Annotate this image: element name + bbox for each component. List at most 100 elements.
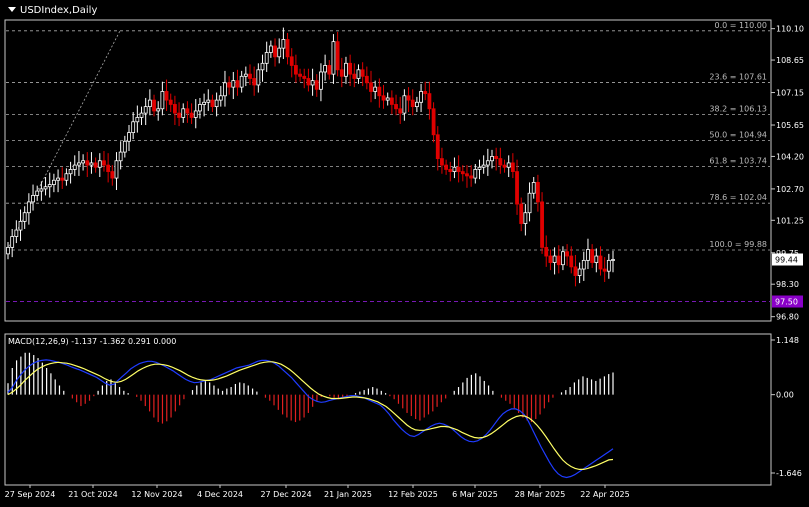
candle-body[interactable] — [427, 93, 432, 110]
candle-body[interactable] — [277, 47, 282, 58]
candle-body[interactable] — [348, 62, 353, 75]
candle-body[interactable] — [389, 97, 394, 105]
candle-body[interactable] — [502, 164, 507, 168]
candle-body[interactable] — [10, 236, 15, 248]
candle-body[interactable] — [160, 91, 165, 110]
candle-body[interactable] — [360, 69, 365, 77]
candle-body[interactable] — [243, 73, 248, 77]
candle-body[interactable] — [394, 104, 398, 110]
candle-body[interactable] — [239, 75, 244, 88]
candle-body[interactable] — [319, 71, 323, 90]
candle-body[interactable] — [56, 177, 60, 181]
candle-body[interactable] — [106, 164, 111, 172]
candle-body[interactable] — [460, 171, 465, 175]
candle-body[interactable] — [535, 182, 540, 203]
candle-body[interactable] — [81, 160, 86, 164]
chart-canvas[interactable]: 110.10 108.65 107.15 105.65 104.20 102.70 101.… — [0, 0, 809, 503]
candle-body[interactable] — [469, 175, 474, 179]
candle-body[interactable] — [223, 82, 227, 97]
macd-line[interactable] — [7, 359, 614, 479]
candle-body[interactable] — [22, 212, 27, 222]
candle-body[interactable] — [156, 108, 161, 112]
candle-body[interactable] — [369, 82, 373, 92]
candle-body[interactable] — [198, 104, 202, 112]
candle-body[interactable] — [590, 249, 595, 263]
candle-body[interactable] — [515, 171, 519, 205]
candle-body[interactable] — [68, 169, 73, 175]
candle-body[interactable] — [152, 99, 156, 112]
candle-body[interactable] — [498, 158, 503, 166]
candle-body[interactable] — [306, 78, 311, 86]
candle-body[interactable] — [51, 179, 56, 185]
candle-body[interactable] — [331, 41, 336, 75]
candle-body[interactable] — [127, 132, 131, 142]
candle-body[interactable] — [26, 201, 31, 214]
candle-body[interactable] — [210, 99, 215, 108]
candle-body[interactable] — [85, 160, 90, 166]
candle-body[interactable] — [177, 112, 181, 118]
candle-body[interactable] — [273, 45, 277, 58]
candle-body[interactable] — [352, 73, 357, 79]
candle-body[interactable] — [31, 195, 35, 203]
candle-body[interactable] — [548, 255, 553, 263]
candle-body[interactable] — [456, 166, 461, 172]
candle-body[interactable] — [490, 156, 494, 162]
candle-body[interactable] — [423, 91, 428, 95]
candle-body[interactable] — [35, 190, 40, 196]
candle-body[interactable] — [419, 91, 423, 103]
candle-body[interactable] — [293, 65, 298, 75]
candle-body[interactable] — [544, 246, 549, 257]
candle-body[interactable] — [602, 268, 607, 272]
candle-body[interactable] — [527, 192, 532, 214]
candle-body[interactable] — [323, 65, 328, 73]
candle-body[interactable] — [135, 117, 140, 123]
candle-body[interactable] — [256, 69, 261, 86]
candle-body[interactable] — [314, 80, 319, 90]
candle-body[interactable] — [406, 95, 411, 101]
candle-body[interactable] — [118, 151, 123, 162]
candle-body[interactable] — [47, 184, 52, 188]
candle-body[interactable] — [302, 75, 307, 79]
candle-body[interactable] — [298, 73, 302, 77]
candle-body[interactable] — [89, 162, 94, 166]
candle-body[interactable] — [573, 266, 578, 276]
candle-body[interactable] — [556, 255, 561, 266]
candle-body[interactable] — [577, 268, 582, 276]
candle-body[interactable] — [523, 212, 528, 224]
candle-body[interactable] — [202, 101, 207, 105]
candle-body[interactable] — [581, 259, 586, 270]
candle-body[interactable] — [510, 162, 515, 172]
candle-body[interactable] — [231, 80, 236, 88]
candle-body[interactable] — [172, 104, 177, 114]
candle-body[interactable] — [185, 108, 190, 114]
candle-body[interactable] — [364, 75, 369, 84]
candle-body[interactable] — [264, 52, 269, 64]
candle-body[interactable] — [139, 112, 144, 118]
candle-body[interactable] — [506, 162, 511, 168]
candle-body[interactable] — [565, 251, 570, 257]
candle-body[interactable] — [97, 160, 102, 168]
candle-body[interactable] — [39, 188, 44, 192]
candle-body[interactable] — [481, 164, 486, 168]
candle-body[interactable] — [373, 86, 378, 92]
candle-body[interactable] — [77, 162, 81, 166]
candle-body[interactable] — [356, 69, 361, 79]
candle-body[interactable] — [414, 101, 419, 108]
candle-body[interactable] — [214, 99, 219, 108]
candle-body[interactable] — [586, 249, 590, 261]
candle-body[interactable] — [385, 97, 390, 101]
candle-body[interactable] — [381, 95, 386, 101]
candle-body[interactable] — [6, 246, 10, 255]
candle-body[interactable] — [93, 162, 98, 168]
candle-body[interactable] — [465, 173, 469, 177]
candle-body[interactable] — [168, 99, 173, 105]
candle-body[interactable] — [310, 80, 315, 86]
candle-body[interactable] — [339, 69, 344, 77]
candle-body[interactable] — [398, 108, 403, 114]
candle-body[interactable] — [494, 156, 499, 159]
candle-body[interactable] — [164, 91, 169, 101]
candle-body[interactable] — [561, 251, 565, 266]
candle-body[interactable] — [18, 220, 23, 231]
chart-window[interactable]: 110.10 108.65 107.15 105.65 104.20 102.70 101.… — [0, 0, 809, 503]
candle-body[interactable] — [377, 86, 382, 97]
